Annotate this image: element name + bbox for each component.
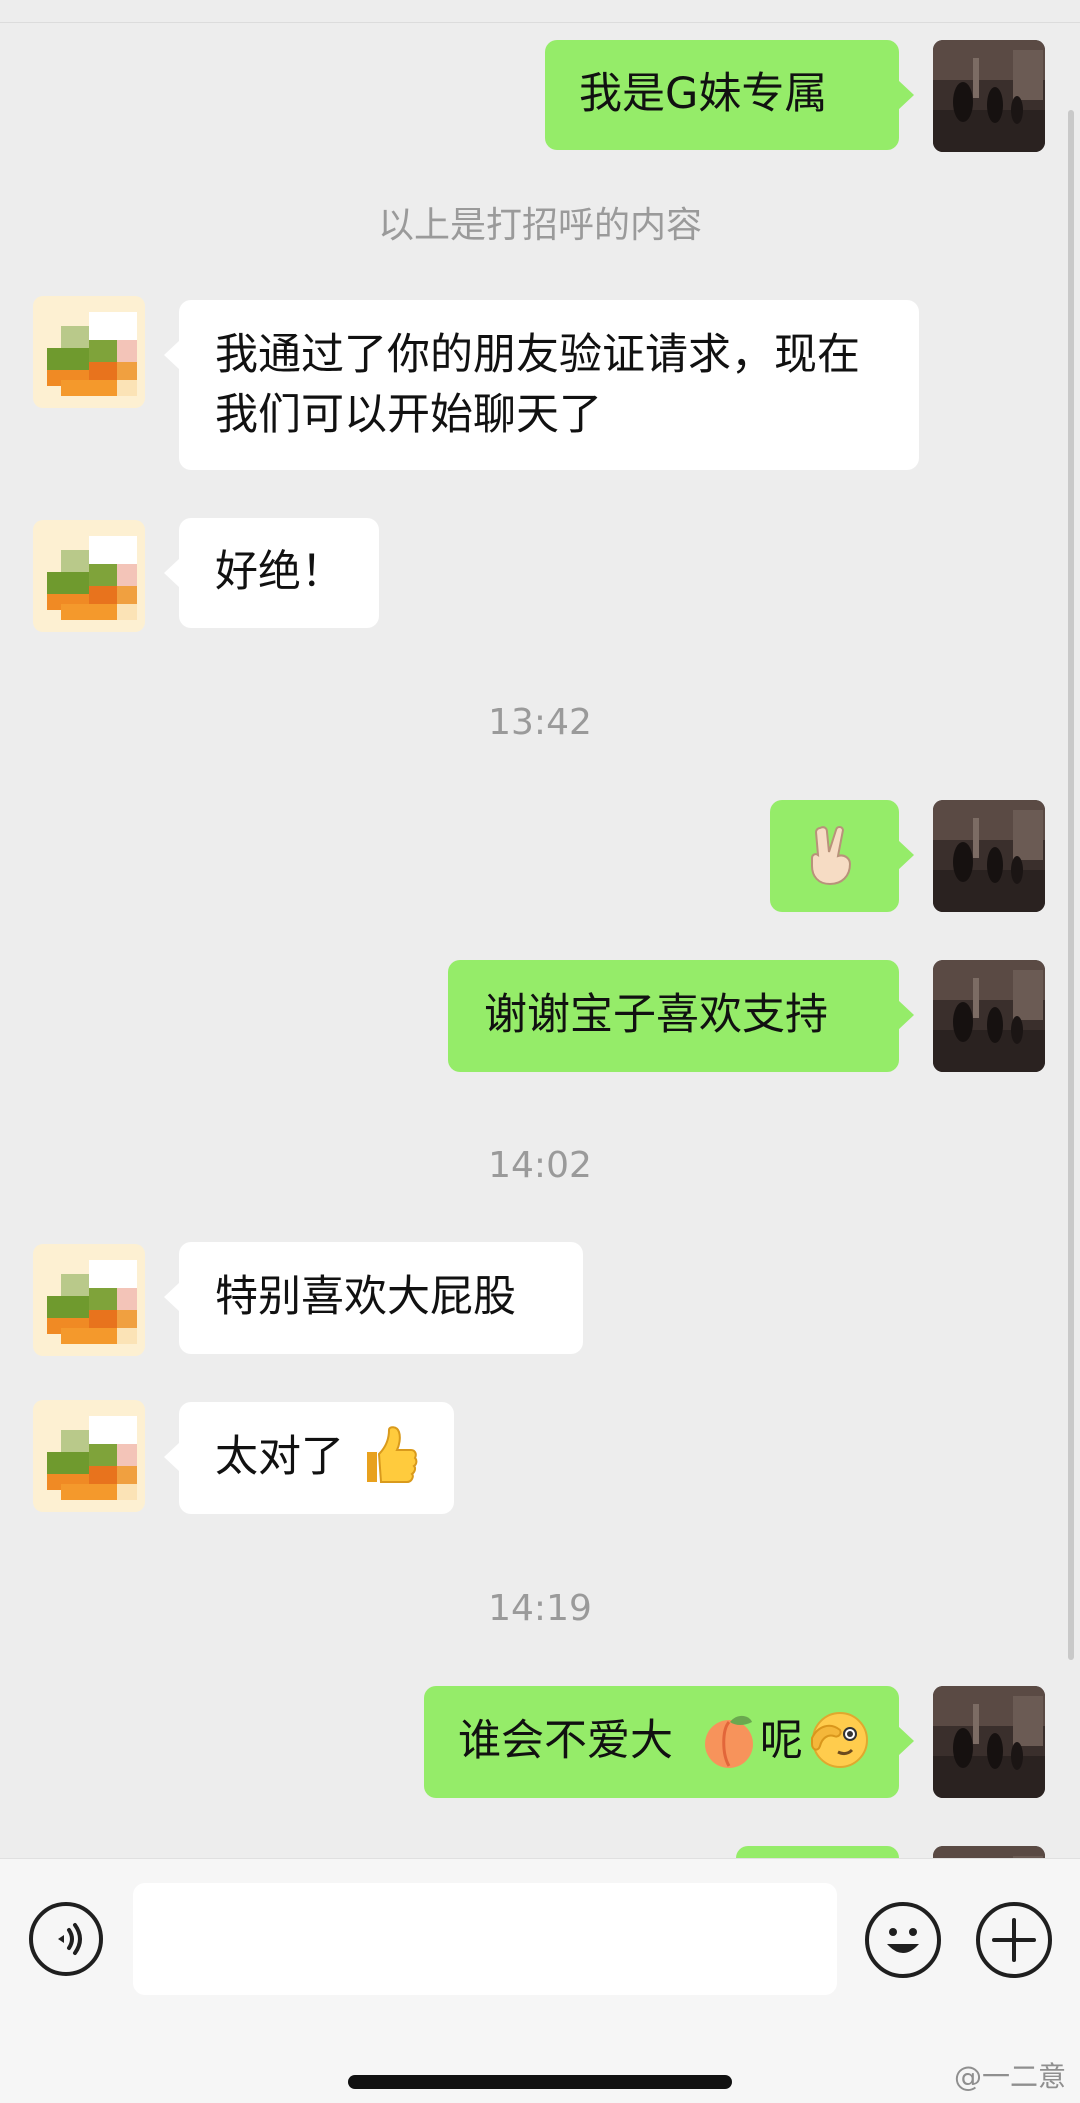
message-text-part: 呢 (760, 1716, 803, 1766)
avatar-contact[interactable] (33, 1400, 145, 1512)
watermark: @一二意 (953, 2060, 1066, 2093)
message-text: 我是G妹专属 (579, 69, 828, 119)
message-text: 谢谢宝子喜欢支持 (484, 990, 828, 1040)
message-bubble-outgoing[interactable]: 谁会不爱大 呢 (424, 1686, 914, 1798)
home-indicator[interactable] (348, 2075, 732, 2089)
avatar-self[interactable] (933, 960, 1045, 1072)
chat-area[interactable]: 我是G妹专属 以上是打招呼的内容 我通过了你的朋友验证请求，现在我们可以开始聊天… (0, 0, 1080, 1858)
message-text-part: 谁会不爱大 (458, 1716, 673, 1766)
greeting-note: 以上是打招呼的内容 (377, 205, 702, 246)
message-input[interactable] (133, 1883, 837, 1995)
message-bubble-incoming[interactable]: 特别喜欢大屁股 (164, 1242, 583, 1354)
voice-button[interactable] (29, 1902, 103, 1976)
avatar-self[interactable] (933, 1846, 1045, 1858)
message-text: 好绝！ (215, 547, 344, 597)
plus-icon (992, 1918, 1036, 1962)
message-bubble-outgoing[interactable] (736, 1846, 899, 1858)
timestamp: 13:42 (488, 702, 592, 743)
avatar-contact[interactable] (33, 296, 145, 408)
message-bubble-incoming[interactable]: 我通过了你的朋友验证请求，现在我们可以开始聊天了 (164, 300, 919, 470)
message-text: 我通过了你的朋友验证请求，现在我们可以开始聊天了 (215, 330, 860, 440)
avatar-self[interactable] (933, 40, 1045, 152)
composer-bar: @一二意 (0, 1858, 1080, 2103)
scrollbar[interactable] (1068, 110, 1074, 1660)
message-text: 特别喜欢大屁股 (215, 1272, 516, 1322)
message-bubble-outgoing[interactable] (770, 800, 914, 912)
voice-icon (58, 1923, 82, 1955)
message-text: 太对了 (215, 1432, 344, 1482)
message-bubble-outgoing[interactable]: 谢谢宝子喜欢支持 (448, 960, 914, 1072)
timestamp: 14:02 (488, 1145, 592, 1186)
message-bubble-outgoing[interactable]: 我是G妹专属 (545, 40, 914, 150)
avatar-self[interactable] (933, 800, 1045, 912)
avatar-contact[interactable] (33, 1244, 145, 1356)
message-bubble-incoming[interactable]: 好绝！ (164, 518, 379, 628)
timestamp: 14:19 (488, 1588, 592, 1629)
peach-emoji (700, 1710, 758, 1786)
avatar-contact[interactable] (33, 520, 145, 632)
smiley-icon (887, 1928, 919, 1953)
message-bubble-incoming[interactable]: 太对了 (164, 1402, 454, 1514)
emoji-button[interactable] (865, 1902, 941, 1978)
victory-hand-emoji (804, 822, 862, 904)
face-with-hand-over-eye-emoji (808, 1708, 870, 1786)
plus-button[interactable] (976, 1902, 1052, 1978)
divider (0, 22, 1080, 23)
avatar-self[interactable] (933, 1686, 1045, 1798)
thumbs-up-emoji (359, 1424, 419, 1504)
